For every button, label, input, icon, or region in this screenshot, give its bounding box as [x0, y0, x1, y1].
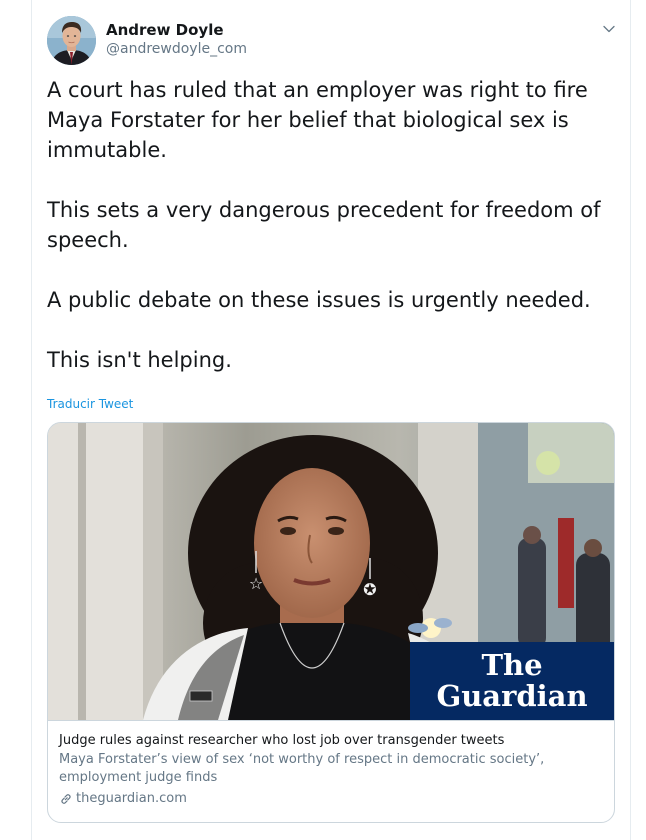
page: Andrew Doyle @andrewdoyle_com A court ha… — [0, 0, 646, 840]
tweet-paragraph: This isn't helping. — [47, 348, 232, 372]
card-title[interactable]: Judge rules against researcher who lost … — [59, 732, 607, 750]
tweet[interactable]: Andrew Doyle @andrewdoyle_com A court ha… — [32, 0, 630, 840]
chevron-down-icon[interactable] — [601, 21, 617, 37]
card-domain-label[interactable]: theguardian.com — [76, 790, 187, 808]
user-handle[interactable]: @andrewdoyle_com — [106, 40, 247, 58]
tweet-text: A court has ruled that an employer was r… — [47, 75, 617, 375]
card-description[interactable]: Maya Forstater’s view of sex ‘not worthy… — [59, 751, 607, 787]
svg-text:✪: ✪ — [363, 580, 376, 599]
link-icon — [59, 792, 73, 806]
translate-tweet-link[interactable]: Traducir Tweet — [47, 397, 133, 411]
avatar-image — [47, 16, 96, 65]
card-domain[interactable]: theguardian.com — [59, 790, 607, 808]
tweet-header: Andrew Doyle @andrewdoyle_com — [47, 16, 617, 66]
tweet-paragraph: This sets a very dangerous precedent for… — [47, 198, 601, 252]
card-image[interactable]: ☆ ✪ The Guardian — [48, 423, 614, 720]
timeline-border-right — [630, 0, 631, 840]
card-divider — [48, 720, 614, 721]
tweet-paragraph: A court has ruled that an employer was r… — [47, 78, 588, 162]
guardian-logo-the: The — [481, 648, 542, 682]
card-text[interactable]: Judge rules against researcher who lost … — [59, 732, 607, 808]
tweet-paragraph: A public debate on these issues is urgen… — [47, 288, 591, 312]
svg-text:☆: ☆ — [249, 574, 263, 593]
display-name[interactable]: Andrew Doyle — [106, 21, 247, 39]
avatar[interactable] — [47, 16, 96, 65]
link-card[interactable]: ☆ ✪ The Guardian Judge rules against res… — [47, 422, 615, 823]
guardian-logo-guardian: Guardian — [436, 679, 587, 713]
author-block[interactable]: Andrew Doyle @andrewdoyle_com — [106, 21, 247, 58]
